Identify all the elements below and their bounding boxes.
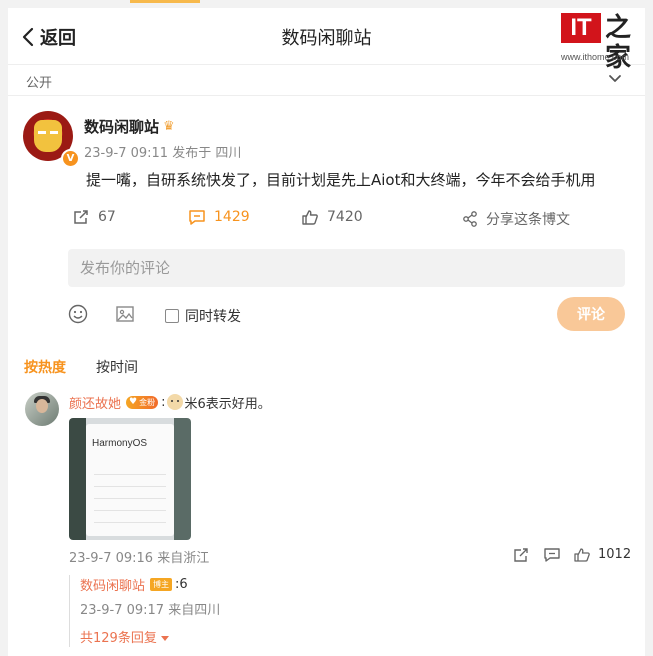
reply-meta: 23-9-7 09:17 来自四川 <box>80 599 220 618</box>
share-label: 分享这条博文 <box>486 212 570 228</box>
reply-header: 数码闲聊站 博主 :6 <box>80 575 188 594</box>
post-meta: 23-9-7 09:11 发布于 四川 <box>84 142 241 161</box>
thumbs-up-icon <box>302 210 318 225</box>
comment-time: 23-9-7 09:16 <box>69 551 154 566</box>
ironman-mask <box>34 120 62 152</box>
commenter-name[interactable]: 颜还故她 <box>69 393 121 412</box>
emoji-icon[interactable] <box>68 304 88 324</box>
logo-char: 之家 <box>605 13 632 73</box>
share-icon <box>463 211 477 227</box>
heart-icon: ♥ <box>129 396 138 407</box>
comment-count: 1429 <box>214 209 250 225</box>
crown-icon: ♛ <box>163 119 175 134</box>
commenter-avatar[interactable] <box>25 392 59 426</box>
reply-thread: 数码闲聊站 博主 :6 23-9-7 09:17 来自四川 共129条回复 <box>69 575 330 647</box>
settings-row <box>94 486 166 487</box>
settings-row <box>94 474 166 475</box>
visibility-row[interactable]: 公开 <box>8 65 645 96</box>
reply-location: 来自四川 <box>168 603 221 618</box>
more-replies-label: 共129条回复 <box>80 631 157 646</box>
post-content: 提一嘴，自研系统快发了，目前计划是先上Aiot和大终端，今年不会给手机用 <box>86 171 596 189</box>
comment-like-count: 1012 <box>598 547 632 562</box>
comment-header: 颜还故她 ♥ 金粉 : 米6表示好用。 <box>69 393 271 412</box>
ithome-watermark-logo: IT 之家 www.ithome.com <box>561 13 643 73</box>
weibo-post-page: 返回 数码闲聊站 IT 之家 www.ithome.com 公开 V 数码闲聊站… <box>8 8 645 656</box>
post-location: 发布于 四川 <box>172 146 242 161</box>
mask-eye <box>38 131 46 134</box>
avatar-face <box>36 399 48 413</box>
repost-button[interactable]: 67 <box>72 209 116 225</box>
mask-eye <box>50 131 58 134</box>
logo-it: IT <box>561 13 601 43</box>
sort-by-time-tab[interactable]: 按时间 <box>96 357 138 377</box>
share-button[interactable]: 分享这条博文 <box>462 209 570 229</box>
like-count: 7420 <box>327 209 363 225</box>
settings-row <box>94 498 166 499</box>
comment-location: 来自浙江 <box>157 551 210 566</box>
comment-repost-icon[interactable] <box>513 548 529 562</box>
repost-checkbox[interactable]: 同时转发 <box>165 306 241 326</box>
verified-badge: V <box>61 149 80 168</box>
phone-screen: HarmonyOS <box>86 424 174 536</box>
reply-author[interactable]: 数码闲聊站 <box>80 575 145 594</box>
settings-row <box>94 522 166 523</box>
checkbox-box[interactable] <box>165 309 179 323</box>
top-accent-stripe <box>130 0 200 3</box>
thumbs-up-icon <box>574 547 590 562</box>
repost-icon <box>74 210 88 224</box>
like-button[interactable]: 7420 <box>301 209 363 225</box>
settings-row <box>94 510 166 511</box>
fan-badge: ♥ 金粉 <box>126 395 159 409</box>
repost-checkbox-label: 同时转发 <box>185 309 241 325</box>
chevron-down-icon[interactable] <box>608 74 622 84</box>
comment-image[interactable]: HarmonyOS <box>69 418 191 540</box>
reply-text: :6 <box>175 577 188 592</box>
submit-comment-button[interactable]: 评论 <box>557 297 625 331</box>
post-author[interactable]: 数码闲聊站 <box>84 116 159 137</box>
comment-meta: 23-9-7 09:16 来自浙江 <box>69 547 209 566</box>
reply-time: 23-9-7 09:17 <box>80 603 165 618</box>
comment-reply-icon[interactable] <box>544 548 560 562</box>
harmonyos-logo-text: HarmonyOS <box>92 438 148 449</box>
comment-input[interactable] <box>68 249 625 287</box>
nav-bar: 返回 数码闲聊站 IT 之家 www.ithome.com <box>8 8 645 73</box>
comment-button[interactable]: 1429 <box>188 209 250 225</box>
comment-like-button[interactable]: 1012 <box>574 547 631 562</box>
page-title: 数码闲聊站 <box>281 28 372 49</box>
cat-emoji-icon <box>167 394 184 410</box>
sort-by-hot-tab[interactable]: 按热度 <box>24 357 66 377</box>
post-time: 23-9-7 09:11 <box>84 146 169 161</box>
image-icon[interactable] <box>115 304 135 324</box>
repost-count: 67 <box>98 209 116 225</box>
fan-badge-label: 金粉 <box>139 397 156 407</box>
post-actions: 67 1429 7420 分享这条博文 <box>8 205 645 233</box>
watermark-url: www.ithome.com <box>561 52 630 62</box>
comment-icon <box>189 210 205 225</box>
visibility-label: 公开 <box>26 76 53 91</box>
comment-text: 米6表示好用。 <box>184 396 271 412</box>
more-replies-link[interactable]: 共129条回复 <box>80 627 169 646</box>
caret-down-icon <box>160 636 169 641</box>
author-badge: 博主 <box>150 578 173 591</box>
comment-separator: : <box>161 394 166 410</box>
